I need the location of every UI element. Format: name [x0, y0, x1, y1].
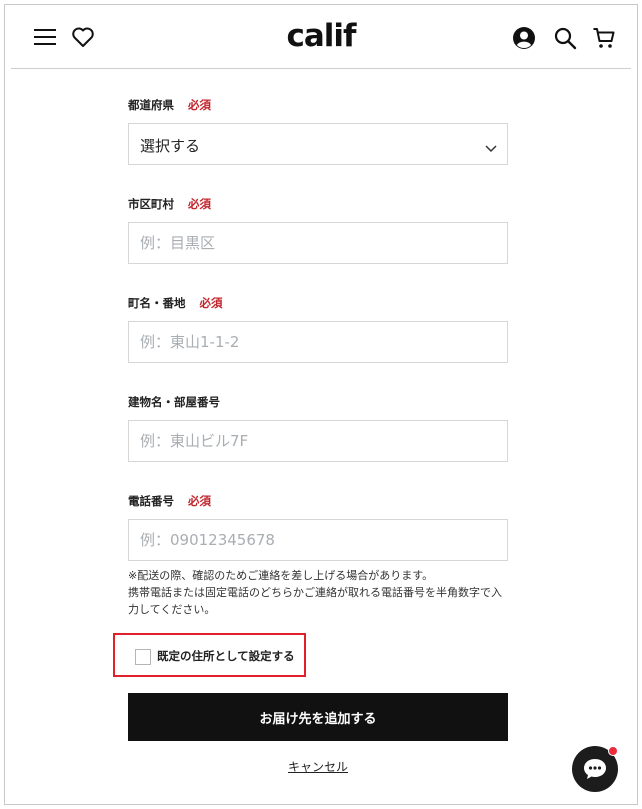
- phone-note-line2: 携帯電話または固定電話のどちらかご連絡が取れる電話番号を半角数字で入力してくださ…: [128, 586, 502, 616]
- phone-field[interactable]: [128, 519, 508, 561]
- phone-label-text: 電話番号: [128, 494, 174, 508]
- add-address-button[interactable]: お届け先を追加する: [128, 693, 508, 741]
- chat-button[interactable]: [572, 746, 618, 792]
- city-field[interactable]: [128, 222, 508, 264]
- required-badge: 必須: [188, 197, 211, 211]
- city-label: 市区町村 必須: [128, 196, 211, 212]
- default-address-label[interactable]: 既定の住所として設定する: [157, 648, 295, 664]
- city-label-text: 市区町村: [128, 197, 174, 211]
- page-frame: calif 都道府県必須 選択する 市区町村必須 町名・番地必須 建物名・部屋番…: [4, 4, 638, 805]
- required-badge: 必須: [199, 296, 223, 310]
- required-badge: 必須: [188, 494, 211, 508]
- building-label-text: 建物名・部屋番号: [128, 395, 220, 409]
- site-header: calif: [11, 5, 631, 69]
- required-badge: 必須: [188, 98, 211, 112]
- cart-icon[interactable]: [591, 25, 617, 51]
- default-address-checkbox[interactable]: [135, 649, 151, 665]
- phone-label: 電話番号 必須: [128, 493, 211, 509]
- street-input[interactable]: [129, 322, 507, 362]
- brand-logo[interactable]: calif: [281, 19, 361, 53]
- account-icon[interactable]: [511, 25, 537, 51]
- street-label: 町名・番地 必須: [128, 295, 223, 311]
- prefecture-select-value: 選択する: [140, 137, 201, 155]
- prefecture-label: 都道府県 必須: [128, 97, 211, 113]
- search-icon[interactable]: [552, 25, 578, 51]
- chevron-down-icon: [485, 138, 497, 157]
- notification-dot: [608, 746, 618, 756]
- phone-note: ※配送の際、確認のためご連絡を差し上げる場合があります。 携帯電話または固定電話…: [128, 567, 512, 618]
- prefecture-select[interactable]: 選択する: [128, 123, 508, 165]
- cancel-link[interactable]: キャンセル: [255, 758, 381, 775]
- default-address-option[interactable]: 既定の住所として設定する: [113, 633, 306, 677]
- street-field[interactable]: [128, 321, 508, 363]
- phone-note-line1: ※配送の際、確認のためご連絡を差し上げる場合があります。: [128, 569, 434, 582]
- city-input[interactable]: [129, 223, 507, 263]
- prefecture-label-text: 都道府県: [128, 98, 174, 112]
- chat-icon: [584, 759, 606, 779]
- street-label-text: 町名・番地: [128, 296, 186, 310]
- building-label: 建物名・部屋番号: [128, 394, 220, 410]
- building-input[interactable]: [129, 421, 507, 461]
- menu-icon[interactable]: [31, 25, 59, 49]
- phone-input[interactable]: [129, 520, 507, 560]
- building-field[interactable]: [128, 420, 508, 462]
- heart-icon[interactable]: [69, 25, 97, 49]
